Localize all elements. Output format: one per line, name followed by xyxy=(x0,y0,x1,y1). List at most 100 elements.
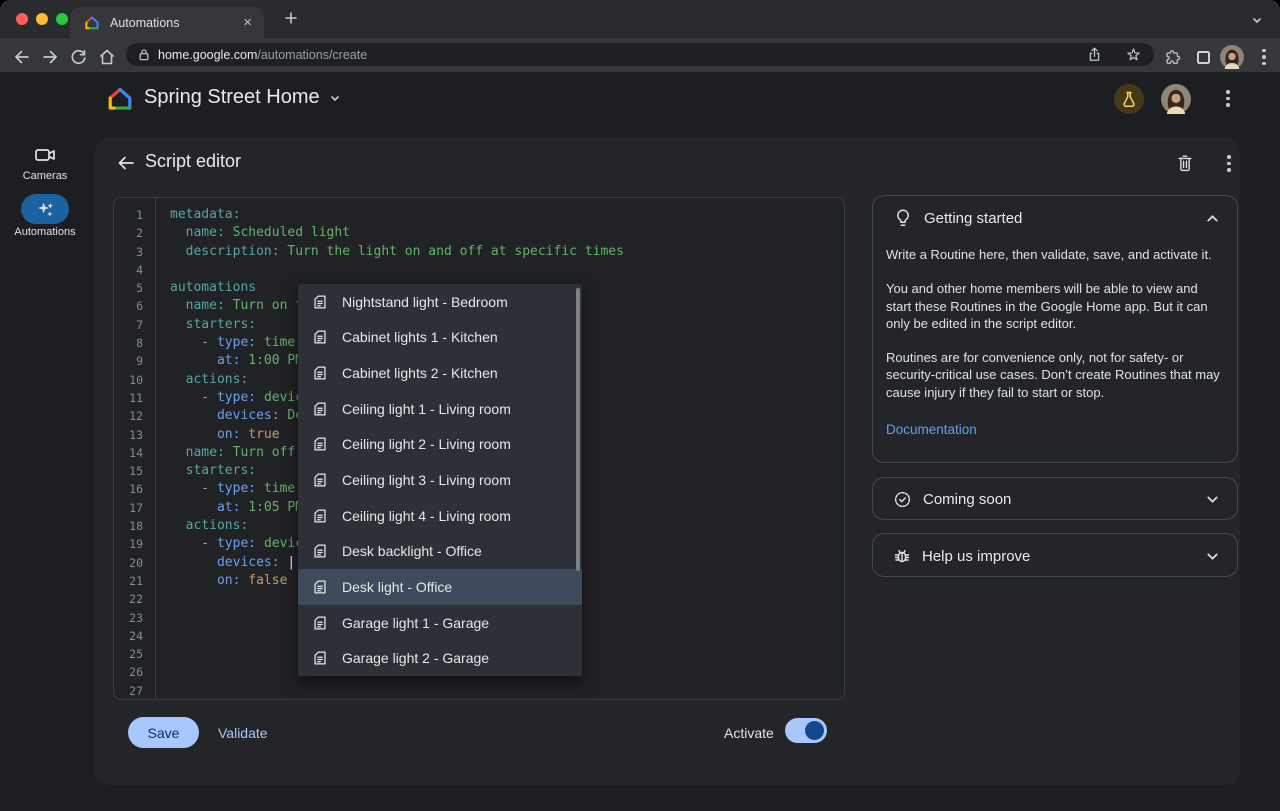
line-number: 13 xyxy=(114,426,155,444)
line-number: 8 xyxy=(114,334,155,352)
code-line xyxy=(170,682,844,700)
editor-menu-icon[interactable] xyxy=(1217,155,1241,172)
sidebar-item-automations[interactable] xyxy=(21,194,69,224)
chevron-down-icon[interactable] xyxy=(1204,491,1221,508)
traffic-light-minimize[interactable] xyxy=(36,13,48,25)
autocomplete-option[interactable]: Garage light 1 - Garage xyxy=(298,605,582,641)
lock-icon xyxy=(138,48,150,61)
share-icon[interactable] xyxy=(1086,46,1103,63)
autocomplete-option[interactable]: Cabinet lights 1 - Kitchen xyxy=(298,320,582,356)
google-home-logo xyxy=(106,85,134,113)
script-editor-panel: Script editor 12345678910111213141516171… xyxy=(95,137,1240,785)
getting-started-header[interactable]: Getting started xyxy=(873,196,1237,240)
code-line xyxy=(170,261,844,279)
getting-started-card: Getting started Write a Routine here, th… xyxy=(872,195,1238,463)
autocomplete-option[interactable]: Ceiling light 2 - Living room xyxy=(298,427,582,463)
code-editor[interactable]: 1234567891011121314151617181920212223242… xyxy=(113,197,845,700)
line-number: 25 xyxy=(114,645,155,663)
autocomplete-option[interactable]: Nightstand light - Bedroom xyxy=(298,284,582,320)
line-number: 6 xyxy=(114,297,155,315)
browser-menu-icon[interactable] xyxy=(1252,45,1276,69)
line-number-gutter: 1234567891011121314151617181920212223242… xyxy=(114,198,156,699)
line-number: 1 xyxy=(114,206,155,224)
line-number: 2 xyxy=(114,224,155,242)
video-camera-icon xyxy=(33,143,57,167)
back-button[interactable] xyxy=(10,45,34,69)
new-tab-button[interactable] xyxy=(282,9,300,27)
bookmark-star-icon[interactable] xyxy=(1125,46,1142,63)
line-number: 23 xyxy=(114,609,155,627)
dropdown-scrollbar[interactable] xyxy=(576,288,580,571)
side-panel-icon[interactable] xyxy=(1191,45,1215,69)
device-autocomplete-dropdown: Nightstand light - Bedroom Cabinet lights… xyxy=(298,284,582,676)
line-number: 4 xyxy=(114,261,155,279)
url-path: /automations/create xyxy=(257,48,367,62)
getting-started-body: Write a Routine here, then validate, sav… xyxy=(886,246,1222,418)
url-host: home.google.com xyxy=(158,48,257,62)
forward-button[interactable] xyxy=(38,45,62,69)
document-icon xyxy=(311,542,329,560)
line-number: 3 xyxy=(114,243,155,261)
traffic-light-zoom[interactable] xyxy=(56,13,68,25)
device-label: Ceiling light 3 - Living room xyxy=(342,472,511,488)
coming-soon-card: Coming soon xyxy=(872,477,1238,520)
save-button[interactable]: Save xyxy=(128,717,199,748)
home-switcher[interactable]: Spring Street Home xyxy=(144,86,342,109)
device-label: Desk backlight - Office xyxy=(342,543,482,559)
autocomplete-option[interactable]: Desk light - Office xyxy=(298,569,582,605)
document-icon xyxy=(311,328,329,346)
autocomplete-option[interactable]: Desk backlight - Office xyxy=(298,533,582,569)
browser-window: Automations × home.google.com/automation… xyxy=(0,0,1280,811)
chevron-up-icon[interactable] xyxy=(1204,210,1221,227)
autocomplete-option[interactable]: Ceiling light 3 - Living room xyxy=(298,462,582,498)
line-number: 11 xyxy=(114,389,155,407)
browser-profile-avatar[interactable] xyxy=(1220,45,1244,69)
line-number: 5 xyxy=(114,279,155,297)
tab-search-chevron-icon[interactable] xyxy=(1250,13,1264,27)
validate-button[interactable]: Validate xyxy=(218,725,268,741)
device-label: Cabinet lights 1 - Kitchen xyxy=(342,329,498,345)
document-icon xyxy=(311,649,329,667)
device-label: Garage light 2 - Garage xyxy=(342,650,489,666)
device-label: Cabinet lights 2 - Kitchen xyxy=(342,365,498,381)
account-avatar[interactable] xyxy=(1161,84,1191,114)
document-icon xyxy=(311,471,329,489)
autocomplete-option[interactable]: Garage light 2 - Garage xyxy=(298,640,582,676)
device-label: Ceiling light 1 - Living room xyxy=(342,401,511,417)
sidebar-item-cameras[interactable] xyxy=(33,143,57,167)
device-label: Ceiling light 2 - Living room xyxy=(342,436,511,452)
coming-soon-header[interactable]: Coming soon xyxy=(873,478,1237,521)
tab-close-icon[interactable]: × xyxy=(241,15,254,30)
home-button[interactable] xyxy=(95,45,119,69)
google-home-favicon-icon xyxy=(84,15,100,31)
help-paragraph: Write a Routine here, then validate, sav… xyxy=(886,246,1222,263)
autocomplete-option[interactable]: Cabinet lights 2 - Kitchen xyxy=(298,355,582,391)
home-name: Spring Street Home xyxy=(144,86,320,109)
document-icon xyxy=(311,578,329,596)
line-number: 22 xyxy=(114,590,155,608)
bug-icon xyxy=(892,546,912,566)
traffic-light-close[interactable] xyxy=(16,13,28,25)
card-title: Coming soon xyxy=(923,491,1194,508)
reload-button[interactable] xyxy=(66,45,90,69)
autocomplete-option[interactable]: Ceiling light 1 - Living room xyxy=(298,391,582,427)
chevron-down-icon xyxy=(328,91,342,105)
address-bar[interactable]: home.google.com/automations/create xyxy=(126,43,1154,66)
autocomplete-option[interactable]: Ceiling light 4 - Living room xyxy=(298,498,582,534)
documentation-link[interactable]: Documentation xyxy=(886,422,977,437)
line-number: 18 xyxy=(114,517,155,535)
line-number: 16 xyxy=(114,480,155,498)
extensions-icon[interactable] xyxy=(1160,45,1184,69)
app-menu-icon[interactable] xyxy=(1216,90,1240,107)
delete-icon[interactable] xyxy=(1174,152,1196,174)
activate-toggle[interactable] xyxy=(785,718,827,743)
sidebar-label-cameras: Cameras xyxy=(0,170,90,182)
chevron-down-icon[interactable] xyxy=(1204,548,1221,565)
sidebar-label-automations: Automations xyxy=(0,226,90,238)
help-us-improve-header[interactable]: Help us improve xyxy=(873,534,1237,578)
public-preview-flask-icon[interactable] xyxy=(1114,84,1144,114)
card-title: Getting started xyxy=(924,210,1194,227)
browser-tab[interactable]: Automations × xyxy=(70,7,264,38)
back-arrow-icon[interactable] xyxy=(115,152,137,174)
page-title: Script editor xyxy=(145,151,241,172)
